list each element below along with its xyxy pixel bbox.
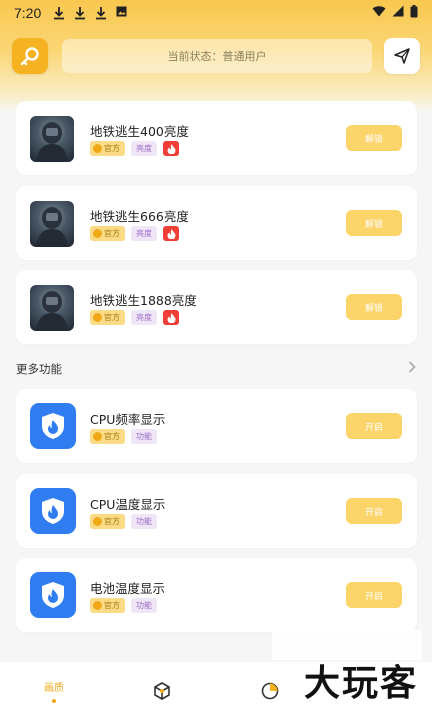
- battery-icon: [410, 4, 418, 22]
- enable-button[interactable]: 开启: [346, 413, 402, 439]
- tag-row: 官方 功能: [90, 514, 157, 529]
- card-title: 地铁逃生1888亮度: [90, 293, 197, 308]
- tag-official: 官方: [90, 429, 125, 444]
- tag-type: 功能: [131, 514, 157, 529]
- watermark-logo: 大玩客: [303, 662, 418, 704]
- tag-type: 功能: [131, 429, 157, 444]
- card-title: 电池温度显示: [90, 581, 166, 596]
- tag-row: 官方 功能: [90, 429, 157, 444]
- nav-item-quality[interactable]: 画质: [0, 662, 108, 720]
- fire-icon: [163, 141, 179, 156]
- feature-card: CPU温度显示 官方 功能 开启: [16, 474, 417, 548]
- tag-official: 官方: [90, 141, 125, 156]
- game-card: 地铁逃生1888亮度 官方 亮度 解锁: [16, 270, 417, 344]
- fire-icon: [163, 310, 179, 325]
- user-status-text: 当前状态：普通用户: [167, 50, 267, 63]
- image-icon: [116, 6, 128, 20]
- tag-row: 官方 亮度: [90, 141, 179, 156]
- game-card: 地铁逃生400亮度 官方 亮度 解锁: [16, 101, 417, 175]
- official-badge-icon: [93, 229, 102, 238]
- send-icon: [394, 48, 410, 64]
- shield-fire-icon: [30, 572, 76, 618]
- fire-icon: [163, 226, 179, 241]
- tag-type: 亮度: [131, 141, 157, 156]
- tag-type: 亮度: [131, 226, 157, 241]
- share-button[interactable]: [384, 38, 420, 74]
- tag-official: 官方: [90, 310, 125, 325]
- official-badge-icon: [93, 313, 102, 322]
- enable-button[interactable]: 开启: [346, 498, 402, 524]
- status-time: 7:20: [14, 5, 42, 21]
- tag-type: 功能: [131, 598, 157, 613]
- unlock-button[interactable]: 解锁: [346, 210, 402, 236]
- tag-official: 官方: [90, 598, 125, 613]
- card-title: CPU温度显示: [90, 497, 166, 512]
- card-title: 地铁逃生400亮度: [90, 124, 189, 139]
- download-icon: [95, 6, 107, 20]
- official-badge-icon: [93, 601, 102, 610]
- shield-fire-icon: [30, 403, 76, 449]
- enable-button[interactable]: 开启: [346, 582, 402, 608]
- nav-label: 画质: [44, 683, 64, 694]
- cube-icon: [154, 682, 170, 700]
- game-card: 地铁逃生666亮度 官方 亮度 解锁: [16, 186, 417, 260]
- tag-official: 官方: [90, 226, 125, 241]
- card-title: CPU频率显示: [90, 412, 166, 427]
- active-indicator: [52, 699, 56, 703]
- download-icon: [74, 6, 86, 20]
- section-title: 更多功能: [16, 362, 62, 376]
- feature-card: CPU频率显示 官方 功能 开启: [16, 389, 417, 463]
- nav-item-tools[interactable]: [108, 662, 216, 720]
- tag-row: 官方 亮度: [90, 310, 179, 325]
- unlock-button[interactable]: 解锁: [346, 125, 402, 151]
- unlock-button[interactable]: 解锁: [346, 294, 402, 320]
- tag-row: 官方 功能: [90, 598, 157, 613]
- app-logo-button[interactable]: [12, 38, 48, 74]
- game-thumbnail: [30, 201, 74, 247]
- game-thumbnail: [30, 116, 74, 162]
- tag-type: 亮度: [131, 310, 157, 325]
- game-thumbnail: [30, 285, 74, 331]
- user-status-box: 当前状态：普通用户: [62, 39, 372, 73]
- chevron-right-icon: [408, 361, 416, 377]
- signal-icon: [392, 5, 404, 21]
- official-badge-icon: [93, 432, 102, 441]
- status-bar: 7:20: [0, 0, 432, 26]
- app-header: 当前状态：普通用户: [12, 38, 420, 74]
- more-features-header[interactable]: 更多功能: [16, 360, 416, 378]
- key-icon: [20, 47, 39, 66]
- wifi-icon: [372, 5, 386, 21]
- pie-chart-icon: [261, 682, 279, 700]
- tag-official: 官方: [90, 514, 125, 529]
- official-badge-icon: [93, 144, 102, 153]
- download-icon: [53, 6, 65, 20]
- official-badge-icon: [93, 517, 102, 526]
- tag-row: 官方 亮度: [90, 226, 179, 241]
- card-title: 地铁逃生666亮度: [90, 209, 189, 224]
- feature-card: 电池温度显示 官方 功能 开启: [16, 558, 417, 632]
- shield-fire-icon: [30, 488, 76, 534]
